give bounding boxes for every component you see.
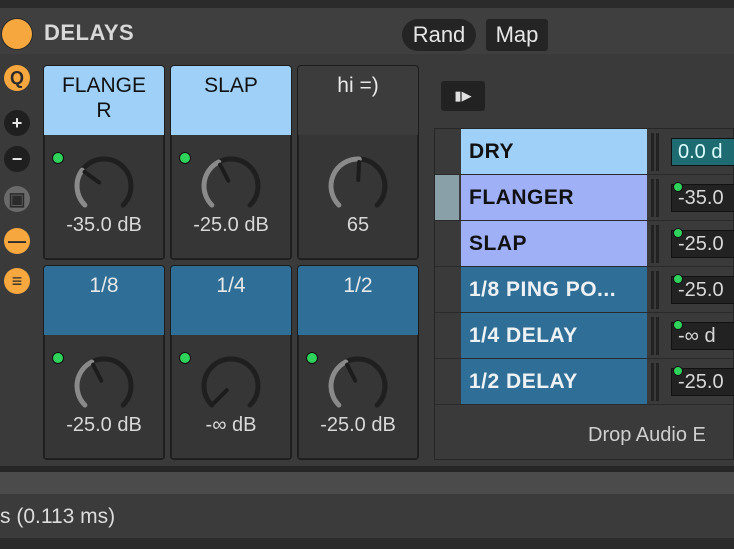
add-icon[interactable]: +: [4, 110, 30, 136]
device-title: DELAYS: [44, 20, 135, 45]
chain-row[interactable]: SLAP -25.0: [435, 221, 734, 267]
chain-select-handle[interactable]: [435, 313, 459, 358]
macro-value: -25.0 dB: [193, 214, 269, 236]
rand-button[interactable]: Rand: [402, 19, 476, 51]
list-icon[interactable]: ≡: [4, 268, 30, 294]
knob-pointer: [82, 169, 102, 185]
knob-pointer: [345, 362, 358, 383]
device-power-button[interactable]: [2, 19, 32, 49]
chain-led: [673, 182, 683, 192]
show-chain-button[interactable]: ▮▶: [441, 81, 485, 111]
chain-row[interactable]: 1/2 DELAY -25.0: [435, 359, 734, 405]
knob-pointer: [356, 160, 362, 183]
chain-name[interactable]: 1/8 PING PO...: [461, 267, 647, 312]
chain-select-handle[interactable]: [435, 175, 459, 220]
chain-select-handle[interactable]: [435, 129, 459, 174]
macro-knob[interactable]: [323, 152, 393, 216]
macro-value: -35.0 dB: [66, 214, 142, 236]
chain-meter: [651, 271, 661, 309]
knob-pointer: [91, 362, 104, 383]
chain-select-handle[interactable]: [435, 359, 459, 404]
knob-pointer: [212, 388, 229, 405]
drop-zone-label: Drop Audio E: [588, 424, 706, 446]
macro-knob[interactable]: [323, 352, 393, 416]
chain-select-handle[interactable]: [435, 221, 459, 266]
bottom-strip: [0, 538, 734, 549]
chain-row[interactable]: 1/8 PING PO... -25.0: [435, 267, 734, 313]
macro-knob[interactable]: [69, 352, 139, 416]
chain-meter: [651, 317, 661, 355]
chain-meter: [651, 133, 661, 171]
chain-led: [673, 228, 683, 238]
knob-fill: [201, 159, 222, 208]
knob-pointer: [218, 162, 231, 183]
chain-name[interactable]: FLANGER: [461, 175, 647, 220]
chain-name[interactable]: SLAP: [461, 221, 647, 266]
chain-row[interactable]: DRY 0.0 d: [435, 129, 734, 175]
chain-meter: [651, 363, 661, 401]
knob-fill: [74, 359, 95, 408]
macro-value: -25.0 dB: [320, 414, 396, 436]
chain-led: [673, 320, 683, 330]
chain-name[interactable]: 1/2 DELAY: [461, 359, 647, 404]
chain-volume[interactable]: 0.0 d: [671, 138, 734, 166]
top-strip: [0, 0, 734, 8]
macro-knob[interactable]: [196, 152, 266, 216]
macro-led: [306, 352, 318, 364]
remove-icon[interactable]: −: [4, 146, 30, 172]
status-text: s (0.113 ms): [0, 505, 116, 528]
chain-row[interactable]: 1/4 DELAY -∞ d: [435, 313, 734, 359]
macro-value: -∞ dB: [205, 414, 257, 436]
chain-meter: [651, 225, 661, 263]
macro-value: -25.0 dB: [66, 414, 142, 436]
chain-name[interactable]: 1/4 DELAY: [461, 313, 647, 358]
chain-led: [673, 366, 683, 376]
knob-track: [201, 356, 261, 408]
macro-led: [179, 352, 191, 364]
knob-fill: [74, 167, 88, 208]
macro-variations-icon[interactable]: —: [4, 228, 30, 254]
knob-fill: [328, 156, 362, 208]
knob-fill: [328, 359, 349, 408]
hot-swap-icon[interactable]: Q: [4, 65, 30, 91]
camera-icon[interactable]: ▣: [4, 186, 30, 212]
chain-select-handle[interactable]: [435, 267, 459, 312]
chevron-right-icon: ▮▶: [454, 88, 472, 103]
macro-value: 65: [346, 214, 370, 236]
divider-band: [0, 472, 734, 494]
chain-led: [673, 274, 683, 284]
chain-list: DRY 0.0 d FLANGER -35.0 SLAP -25.0 1/8 PING PO…: [434, 128, 734, 460]
chain-row[interactable]: FLANGER -35.0: [435, 175, 734, 221]
map-button[interactable]: Map: [486, 19, 548, 51]
macro-knob[interactable]: [69, 152, 139, 216]
macro-led: [179, 152, 191, 164]
knob-track: [74, 156, 134, 208]
chain-meter: [651, 179, 661, 217]
macro-knob[interactable]: [196, 352, 266, 416]
macro-led: [52, 352, 64, 364]
chain-name[interactable]: DRY: [461, 129, 647, 174]
macro-led: [52, 152, 64, 164]
